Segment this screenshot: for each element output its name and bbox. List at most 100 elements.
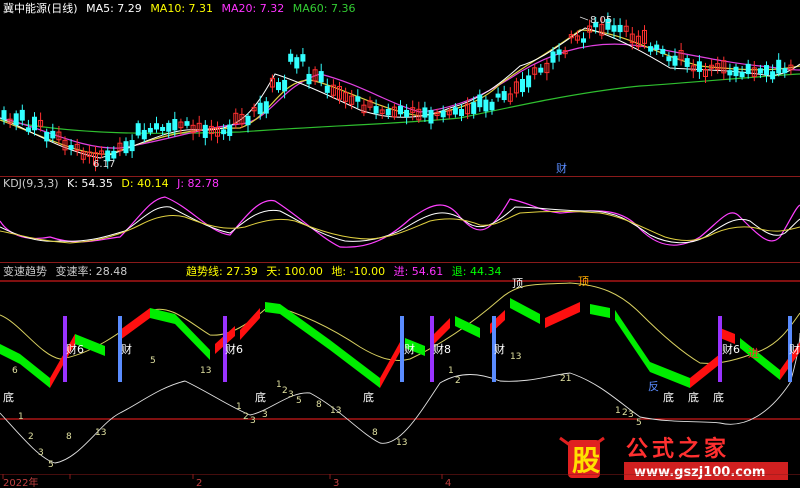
candle	[50, 130, 56, 139]
candle	[221, 129, 227, 135]
candle	[739, 71, 745, 78]
candlestick-chart: 8.05 6.17 财	[0, 12, 800, 175]
cai-marker: 财	[556, 161, 567, 175]
svg-text:2: 2	[622, 408, 628, 418]
candle	[520, 78, 525, 93]
candle	[373, 106, 379, 114]
ribbon-segment	[510, 298, 540, 324]
candle	[782, 68, 788, 74]
candle	[25, 127, 31, 132]
candle	[166, 122, 172, 132]
marker-cai8: 财8	[433, 342, 451, 356]
candle	[318, 71, 324, 83]
svg-text:3: 3	[288, 390, 294, 400]
kdj-pane[interactable]: KDJ(9,3,3) K: 54.35 D: 40.14 J: 82.78	[0, 177, 800, 262]
candle	[19, 109, 25, 121]
svg-text:13: 13	[95, 428, 106, 438]
candle	[300, 54, 306, 62]
ribbon-segment	[265, 302, 280, 314]
candle	[733, 66, 739, 77]
candle	[385, 108, 391, 116]
watermark-logo: 股	[572, 444, 600, 477]
candle	[489, 101, 495, 111]
candle	[660, 48, 666, 55]
candle	[556, 49, 562, 55]
candle	[611, 25, 617, 32]
candle	[184, 121, 190, 126]
candle	[135, 123, 141, 136]
ribbon-segment	[740, 338, 780, 380]
svg-text:1: 1	[18, 412, 24, 422]
candle	[745, 63, 751, 75]
candle	[1, 110, 7, 120]
ribbon-segment	[720, 328, 735, 344]
svg-text:8: 8	[316, 400, 322, 410]
svg-text:5: 5	[48, 460, 54, 470]
marker-di-3: 底	[363, 390, 374, 404]
marker-cai6-1: 财6	[66, 342, 84, 356]
svg-text:2: 2	[282, 386, 288, 396]
svg-text:2: 2	[28, 432, 34, 442]
candle	[526, 75, 532, 88]
candle	[123, 141, 129, 154]
candle	[404, 109, 410, 117]
candle	[398, 105, 403, 115]
candle	[422, 107, 428, 118]
candle	[459, 108, 464, 117]
svg-text:3: 3	[250, 416, 256, 426]
marker-di-2: 底	[255, 390, 266, 404]
candle	[44, 131, 50, 142]
axis-year-label: 2022年	[3, 476, 38, 488]
candle	[550, 51, 556, 63]
ribbon-segment	[280, 304, 330, 350]
svg-text:1: 1	[276, 380, 282, 390]
watermark-title: 公式之家	[626, 436, 730, 462]
svg-text:2: 2	[455, 376, 461, 386]
svg-text:13: 13	[510, 352, 521, 362]
candle	[160, 126, 166, 131]
high-price-label: 8.05	[590, 15, 612, 26]
candle	[538, 67, 544, 73]
svg-text:3: 3	[628, 410, 634, 420]
candle	[324, 85, 330, 93]
marker-cai6-3: 财6	[722, 342, 740, 356]
axis-month-4: 4	[445, 478, 451, 488]
candle	[684, 58, 690, 67]
candle	[154, 123, 159, 130]
candle	[245, 115, 251, 126]
candle	[355, 96, 361, 102]
candle	[13, 113, 19, 126]
candle	[471, 102, 477, 114]
candle	[764, 65, 769, 75]
candle	[452, 107, 458, 115]
candle	[147, 127, 153, 133]
candle	[648, 46, 654, 52]
low-price-label: 6.17	[93, 159, 115, 170]
ribbon-segment	[240, 308, 260, 340]
axis-month-2: 2	[196, 478, 202, 488]
marker-di-1: 底	[3, 390, 14, 404]
marker-cai-4: 财	[789, 342, 800, 356]
svg-text:13: 13	[396, 438, 407, 448]
svg-text:1: 1	[615, 406, 621, 416]
marker-di-4: 底	[663, 390, 674, 404]
marker-cai6-2: 财6	[225, 342, 243, 356]
svg-text:13: 13	[200, 366, 211, 376]
marker-di-5: 底	[688, 390, 699, 404]
ribbon-segment	[0, 344, 20, 364]
candle	[32, 116, 37, 131]
candle	[696, 61, 702, 72]
ribbon-segment	[20, 354, 50, 388]
candle	[227, 124, 233, 137]
candle	[483, 99, 489, 112]
main-chart-pane[interactable]: 冀中能源(日线) MA5: 7.29 MA10: 7.31 MA20: 7.32…	[0, 0, 800, 175]
candle	[202, 124, 208, 138]
marker-ding-2: 顶	[578, 275, 589, 288]
candle	[306, 73, 312, 85]
ribbon-segment	[615, 310, 650, 372]
svg-text:5: 5	[636, 418, 642, 428]
svg-text:21: 21	[560, 374, 571, 384]
svg-text:2: 2	[243, 412, 249, 422]
ribbon-segment	[330, 340, 380, 388]
svg-text:13: 13	[330, 406, 341, 416]
